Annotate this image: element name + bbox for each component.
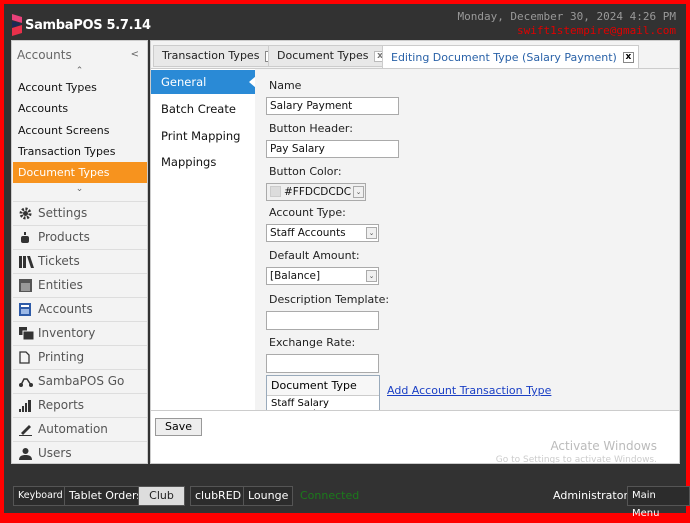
- module-tickets[interactable]: Tickets: [13, 249, 147, 272]
- club-button[interactable]: Club: [138, 486, 185, 506]
- exchange-rate-input[interactable]: [266, 354, 379, 373]
- keyboard-button[interactable]: Keyboard: [13, 486, 68, 506]
- main-panel: Transaction Typesx Document Typesx Editi…: [150, 40, 680, 465]
- module-settings[interactable]: Settings: [13, 201, 147, 224]
- sambapos-logo: [12, 14, 22, 36]
- module-products[interactable]: Products: [13, 225, 147, 248]
- sidebar-item-accounts[interactable]: Accounts: [13, 98, 147, 119]
- cup-icon: [21, 232, 29, 243]
- activate-windows-watermark: Activate Windows: [550, 439, 657, 453]
- clubred-button[interactable]: clubRED: [190, 486, 247, 506]
- sidebar-item-document-types[interactable]: Document Types: [13, 162, 147, 183]
- document-icon: [19, 351, 30, 364]
- bar-chart-icon: [19, 400, 31, 412]
- editor-nav: General Settings Batch Create Print Mapp…: [151, 69, 256, 411]
- tab-document-types[interactable]: Document Types x: [268, 45, 391, 67]
- module-printing[interactable]: Printing: [13, 345, 147, 368]
- entities-icon: [19, 279, 32, 292]
- button-color-label: Button Color:: [269, 165, 342, 178]
- user-email: swift1stempire@gmail.com: [517, 24, 676, 37]
- gear-icon: [19, 207, 32, 220]
- default-amount-select[interactable]: [Balance] ⌄: [266, 267, 379, 285]
- editor-content: General Settings Batch Create Print Mapp…: [151, 68, 679, 411]
- chevron-down-icon[interactable]: ⌄: [366, 270, 377, 282]
- module-users[interactable]: Users: [13, 441, 147, 464]
- default-amount-label: Default Amount:: [269, 249, 360, 262]
- connection-status: Connected: [300, 489, 360, 502]
- calculator-icon: [19, 303, 31, 316]
- tablet-orders-button[interactable]: Tablet Orders: [64, 486, 148, 506]
- left-sidebar: Accounts < ⌃ Account Types Accounts Acco…: [11, 40, 148, 464]
- exchange-rate-label: Exchange Rate:: [269, 336, 356, 349]
- add-account-transaction-type-link[interactable]: Add Account Transaction Type: [387, 384, 551, 397]
- account-type-label: Account Type:: [269, 206, 346, 219]
- module-reports[interactable]: Reports: [13, 393, 147, 416]
- module-sambapos-go[interactable]: SambaPOS Go: [13, 369, 147, 392]
- scooter-icon: [19, 378, 33, 387]
- button-header-input[interactable]: Pay Salary: [266, 140, 399, 158]
- user-icon: [19, 448, 32, 460]
- tab-editing-document-type[interactable]: Editing Document Type (Salary Payment) x: [382, 45, 639, 69]
- module-inventory[interactable]: Inventory: [13, 321, 147, 344]
- close-icon[interactable]: x: [622, 52, 634, 63]
- sidebar-item-account-screens[interactable]: Account Screens: [13, 120, 147, 141]
- pen-icon: [19, 425, 32, 436]
- description-template-input[interactable]: [266, 311, 379, 330]
- button-header-label: Button Header:: [269, 122, 353, 135]
- sidebar-header: Accounts: [17, 48, 72, 62]
- nav-mappings[interactable]: Mappings: [151, 150, 255, 174]
- name-input[interactable]: Salary Payment: [266, 97, 399, 115]
- chevron-down-icon[interactable]: ⌄: [366, 227, 377, 239]
- color-swatch: [270, 186, 281, 197]
- datetime: Monday, December 30, 2024 4:26 PM: [457, 10, 676, 23]
- module-entities[interactable]: Entities: [13, 273, 147, 296]
- app-window: SambaPOS 5.7.14 Monday, December 30, 202…: [4, 4, 686, 513]
- general-settings-form: Name Salary Payment Button Header: Pay S…: [255, 69, 679, 411]
- transaction-type-list[interactable]: Document Type Staff Salary Transaction: [266, 375, 380, 411]
- description-template-label: Description Template:: [269, 293, 390, 306]
- inventory-icon: [19, 327, 34, 340]
- current-user: Administrator: [553, 489, 628, 502]
- nav-batch-create[interactable]: Batch Create: [151, 97, 255, 121]
- list-item[interactable]: Staff Salary Transaction: [267, 396, 379, 410]
- module-automation[interactable]: Automation: [13, 417, 147, 440]
- main-menu-button[interactable]: Main Menu: [627, 486, 690, 519]
- sidebar-item-account-types[interactable]: Account Types: [13, 77, 147, 98]
- module-accounts[interactable]: Accounts: [13, 297, 147, 320]
- nav-print-mapping[interactable]: Print Mapping: [151, 124, 255, 148]
- save-bar: Save Activate Windows Go to Settings to …: [151, 410, 679, 465]
- lounge-button[interactable]: Lounge: [243, 486, 294, 506]
- collapse-button[interactable]: <: [131, 49, 139, 60]
- list-header: Document Type: [267, 376, 379, 396]
- scroll-down-icon[interactable]: ⌄: [12, 184, 147, 194]
- tab-transaction-types[interactable]: Transaction Typesx: [153, 45, 282, 67]
- nav-general-settings[interactable]: General Settings: [151, 70, 256, 113]
- tickets-icon: [19, 256, 34, 268]
- account-type-select[interactable]: Staff Accounts ⌄: [266, 224, 379, 242]
- chevron-down-icon[interactable]: ⌄: [353, 186, 364, 198]
- app-title: SambaPOS 5.7.14: [25, 18, 151, 33]
- name-label: Name: [269, 79, 302, 92]
- button-color-picker[interactable]: #FFDCDCDC ⌄: [266, 183, 366, 201]
- activate-windows-hint: Go to Settings to activate Windows.: [495, 455, 657, 465]
- sidebar-item-transaction-types[interactable]: Transaction Types: [13, 141, 147, 162]
- save-button[interactable]: Save: [155, 418, 202, 436]
- scroll-up-icon[interactable]: ⌃: [12, 66, 147, 76]
